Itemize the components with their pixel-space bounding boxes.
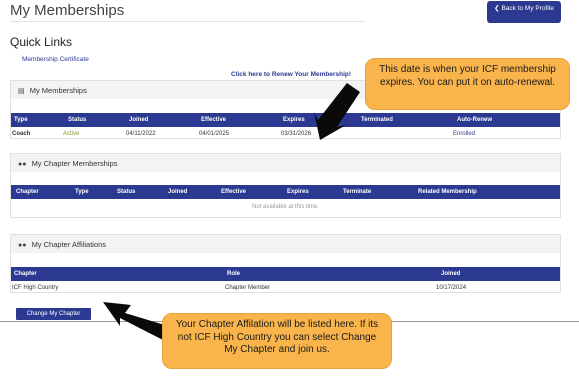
arrow-to-expires-icon	[314, 83, 360, 140]
affiliation-callout: Your Chapter Affilation will be listed h…	[162, 313, 392, 369]
expires-callout: This date is when your ICF membership ex…	[365, 58, 570, 110]
arrow-to-affiliation-icon	[103, 302, 168, 340]
